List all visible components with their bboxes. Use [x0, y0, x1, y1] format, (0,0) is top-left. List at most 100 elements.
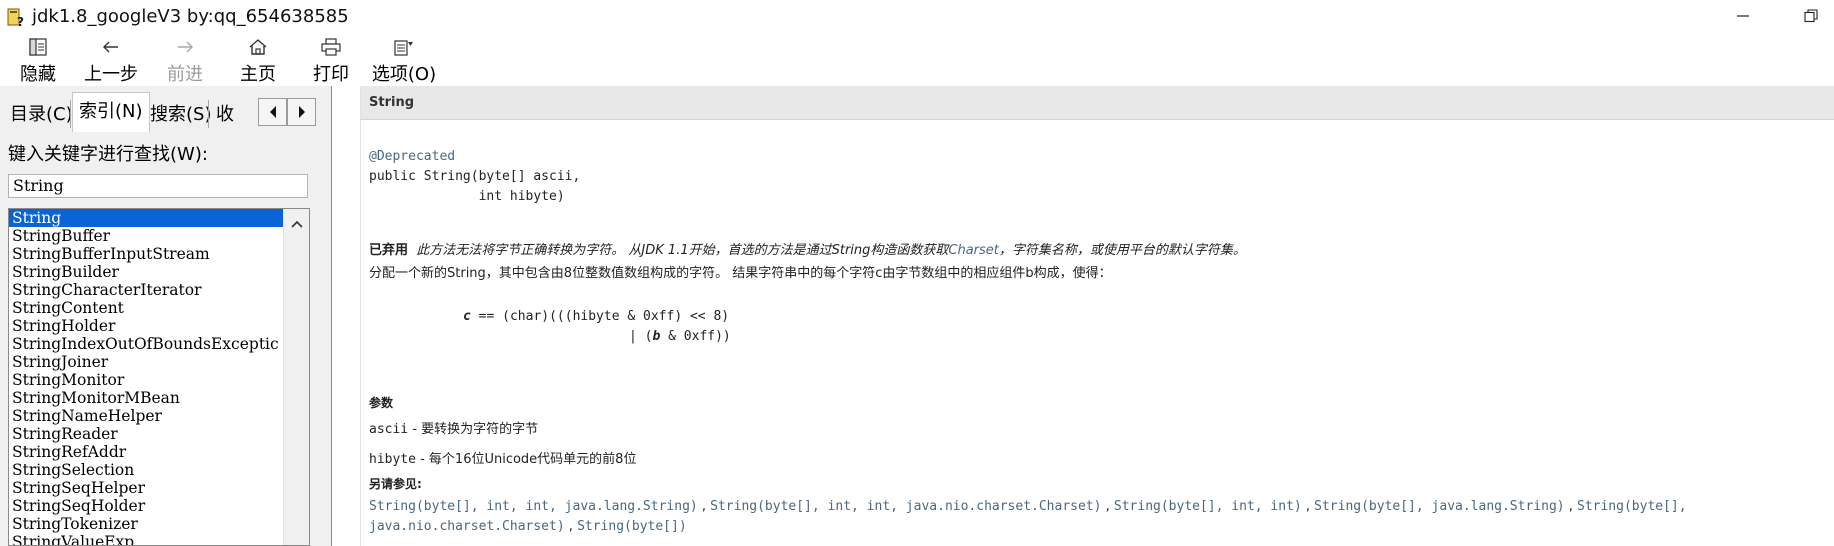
see-separator: , — [697, 499, 711, 514]
minimize-icon — [1736, 8, 1750, 27]
home-label: 主页 — [240, 64, 276, 85]
see-link[interactable]: String(byte[], java.lang.String) — [1314, 499, 1564, 514]
see-also-line-2: java.nio.charset.Charset) , String(byte[… — [369, 519, 687, 534]
keyword-search-input[interactable]: String — [8, 174, 308, 198]
deprecated-label: 已弃用 — [369, 243, 409, 258]
see-separator: , — [1101, 499, 1114, 514]
index-list-scrollbar[interactable] — [283, 209, 309, 545]
see-link[interactable]: String(byte[]) — [577, 519, 687, 534]
doc-header-bar: String — [361, 86, 1834, 120]
index-list-item[interactable]: StringSeqHelper — [9, 479, 283, 497]
triangle-right-icon — [297, 103, 307, 122]
index-list-item[interactable]: StringIndexOutOfBoundsExceptic — [9, 335, 283, 353]
options-icon — [392, 36, 416, 58]
index-list-item[interactable]: StringHolder — [9, 317, 283, 335]
forward-arrow-icon — [173, 36, 197, 58]
formula-var-c: c — [463, 309, 471, 324]
param-hibyte-name: hibyte — [369, 452, 416, 467]
print-button[interactable]: 打印 — [313, 34, 349, 86]
see-link[interactable]: String(byte[], int, int, java.lang.Strin… — [369, 499, 698, 514]
index-list-item[interactable]: String — [9, 209, 283, 227]
print-label: 打印 — [313, 64, 349, 85]
index-list-item[interactable]: StringMonitor — [9, 371, 283, 389]
param-ascii-desc: - 要转换为字符的字节 — [408, 422, 539, 437]
index-list-item[interactable]: StringValueExp — [9, 533, 283, 545]
printer-icon — [319, 36, 343, 58]
signature-line-1: public String(byte[] ascii, — [369, 169, 581, 184]
deprecation-note: 已弃用 此方法无法将字节正确转换为字符。 从JDK 1.1开始，首选的方法是通过… — [369, 239, 1246, 258]
index-list-item[interactable]: StringSelection — [9, 461, 283, 479]
see-also-line-1: String(byte[], int, int, java.lang.Strin… — [369, 499, 1687, 514]
annotation-deprecated: @Deprecated — [369, 149, 456, 164]
options-label: 选项(O) — [371, 64, 437, 85]
see-also-heading: 另请参见: — [369, 477, 422, 491]
minimize-button[interactable] — [1720, 0, 1766, 34]
tab-divider — [70, 100, 71, 128]
back-arrow-icon — [99, 36, 123, 58]
window-title: jdk1.8_googleV3 by:qq_654638585 — [32, 6, 349, 27]
nav-tabs: 目录(C) 索引(N) 搜索(S) 收 — [0, 86, 322, 132]
home-button[interactable]: 主页 — [240, 34, 276, 86]
options-button[interactable]: 选项(O) — [372, 34, 436, 86]
index-list-item[interactable]: StringReader — [9, 425, 283, 443]
index-list-item[interactable]: StringNameHelper — [9, 407, 283, 425]
hide-button[interactable]: 隐藏 — [20, 34, 56, 86]
index-list-item[interactable]: StringBufferInputStream — [9, 245, 283, 263]
index-list-item[interactable]: StringMonitorMBean — [9, 389, 283, 407]
index-list-item[interactable]: StringBuilder — [9, 263, 283, 281]
help-book-icon: ? — [6, 6, 24, 29]
forward-button[interactable]: 前进 — [167, 34, 203, 86]
see-link[interactable]: String(byte[], int, int) — [1114, 499, 1302, 514]
back-button[interactable]: 上一步 — [84, 34, 138, 86]
pane-splitter[interactable] — [322, 86, 332, 546]
deprecated-tail: ，字符集名称，或使用平台的默认字符集。 — [998, 243, 1246, 258]
signature-line-2: int hibyte) — [369, 189, 565, 204]
param-ascii: ascii - 要转换为字符的字节 — [369, 418, 538, 437]
formula-expr-2b: & 0xff)) — [660, 329, 731, 344]
index-list-item[interactable]: StringBuffer — [9, 227, 283, 245]
tab-favorites[interactable]: 收 — [210, 96, 256, 130]
tab-index[interactable]: 索引(N) — [72, 92, 150, 132]
see-link[interactable]: String(byte[], int, int, java.nio.charse… — [710, 499, 1101, 514]
charset-link[interactable]: Charset — [948, 243, 999, 258]
chevron-up-icon — [291, 213, 303, 232]
formula-line-2: | (b & 0xff)) — [629, 329, 731, 344]
index-list-item[interactable]: StringContent — [9, 299, 283, 317]
title-bar: ? jdk1.8_googleV3 by:qq_654638585 — [0, 0, 1834, 34]
index-list-item[interactable]: StringTokenizer — [9, 515, 283, 533]
index-list[interactable]: String StringBuffer StringBufferInputStrea… — [8, 208, 310, 546]
see-separator: , — [1564, 499, 1577, 514]
see-separator: , — [564, 519, 578, 534]
param-hibyte-desc: - 每个16位Unicode代码单元的前8位 — [415, 452, 637, 467]
restore-button[interactable] — [1788, 0, 1834, 34]
document-pane: String @Deprecated public String(byte[] … — [333, 86, 1834, 546]
tab-scroll-right-button[interactable] — [287, 98, 316, 126]
document-gutter — [333, 86, 361, 546]
hide-label: 隐藏 — [20, 64, 56, 85]
svg-text:?: ? — [17, 15, 24, 28]
deprecated-text: 此方法无法将字节正确转换为字符。 从JDK 1.1开始，首选的方法是通过Stri… — [416, 243, 949, 258]
index-list-item[interactable]: StringJoiner — [9, 353, 283, 371]
hide-pane-icon — [26, 36, 50, 58]
tab-search[interactable]: 搜索(S) — [144, 96, 217, 130]
home-icon — [246, 36, 270, 58]
tab-divider — [208, 100, 209, 128]
navigation-pane: 目录(C) 索引(N) 搜索(S) 收 键入关键字进行查找(W): String… — [0, 86, 322, 546]
formula-line-1: c == (char)(((hibyte & 0xff) << 8) — [463, 309, 729, 324]
see-link[interactable]: java.nio.charset.Charset) — [369, 519, 565, 534]
tab-contents[interactable]: 目录(C) — [4, 96, 79, 130]
see-separator: , — [1301, 499, 1315, 514]
see-link[interactable]: String(byte[], — [1577, 499, 1687, 514]
index-list-item[interactable]: StringCharacterIterator — [9, 281, 283, 299]
forward-label: 前进 — [167, 64, 203, 85]
tab-scroll-arrows — [258, 98, 316, 126]
triangle-left-icon — [268, 103, 278, 122]
index-list-item[interactable]: StringSeqHolder — [9, 497, 283, 515]
document-content: String @Deprecated public String(byte[] … — [361, 86, 1834, 546]
doc-header-title: String — [369, 95, 415, 110]
tab-scroll-left-button[interactable] — [258, 98, 287, 126]
toolbar: 隐藏 上一步 前进 主页 打印 选项(O) — [0, 34, 1834, 86]
formula-expr-1: == (char)(((hibyte & 0xff) << 8) — [470, 309, 730, 324]
index-list-item[interactable]: StringRefAddr — [9, 443, 283, 461]
scroll-up-button[interactable] — [284, 209, 309, 235]
